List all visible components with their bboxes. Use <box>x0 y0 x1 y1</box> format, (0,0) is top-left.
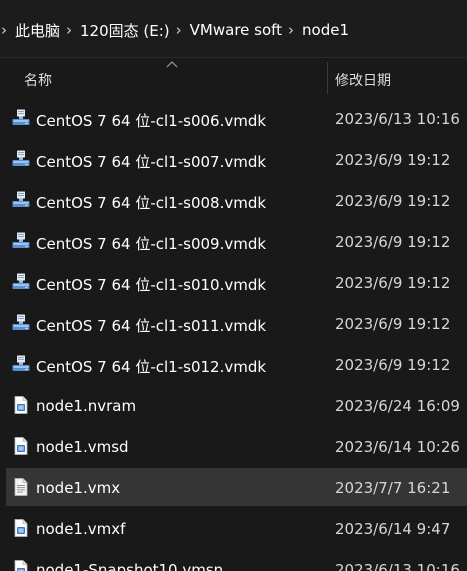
vmdk-disk-icon <box>11 149 31 169</box>
file-date-modified: 2023/7/7 16:21 <box>335 479 451 497</box>
column-header-row: 名称 修改日期 <box>0 58 467 98</box>
vmdk-disk-icon <box>11 108 31 128</box>
file-date-modified: 2023/6/14 9:47 <box>335 520 451 538</box>
breadcrumb-item-drive[interactable]: 120固态 (E:) <box>80 20 170 41</box>
file-date-modified: 2023/6/14 10:26 <box>335 438 460 456</box>
vmware-file-icon <box>11 518 31 538</box>
file-row[interactable]: CentOS 7 64 位-cl1-s009.vmdk 2023/6/9 19:1… <box>0 222 467 263</box>
file-explorer-window: › 此电脑 › 120固态 (E:) › VMware soft › node1… <box>0 0 467 571</box>
file-date-modified: 2023/6/9 19:12 <box>335 192 451 210</box>
file-row[interactable]: CentOS 7 64 位-cl1-s006.vmdk 2023/6/13 10:… <box>0 99 467 140</box>
column-header-name[interactable]: 名称 <box>24 70 52 90</box>
vmware-file-icon <box>11 395 31 415</box>
file-name: node1.vmsd <box>36 438 129 456</box>
vmware-file-icon <box>11 559 31 571</box>
file-name: CentOS 7 64 位-cl1-s008.vmdk <box>36 194 267 212</box>
column-header-date-modified[interactable]: 修改日期 <box>335 70 391 90</box>
vmdk-disk-icon <box>11 272 31 292</box>
breadcrumb: › 此电脑 › 120固态 (E:) › VMware soft › node1 <box>0 17 349 43</box>
breadcrumb-item-this-pc[interactable]: 此电脑 <box>15 20 60 41</box>
file-row[interactable]: CentOS 7 64 位-cl1-s007.vmdk 2023/6/9 19:1… <box>0 140 467 181</box>
breadcrumb-item-current[interactable]: node1 <box>302 21 349 39</box>
file-date-modified: 2023/6/9 19:12 <box>335 233 451 251</box>
file-name: CentOS 7 64 位-cl1-s011.vmdk <box>36 317 267 335</box>
file-name: node1.vmx <box>36 479 121 497</box>
file-row[interactable]: node1.vmx 2023/7/7 16:21 <box>0 468 467 509</box>
vmdk-disk-icon <box>11 313 31 333</box>
vmdk-disk-icon <box>11 354 31 374</box>
file-name: CentOS 7 64 位-cl1-s009.vmdk <box>36 235 267 253</box>
file-row[interactable]: node1.vmxf 2023/6/14 9:47 <box>0 509 467 550</box>
chevron-right-icon[interactable]: › <box>66 21 72 39</box>
file-row[interactable]: node1.nvram 2023/6/24 16:09 <box>0 386 467 427</box>
file-date-modified: 2023/6/9 19:12 <box>335 356 451 374</box>
vmdk-disk-icon <box>11 190 31 210</box>
address-bar[interactable]: › 此电脑 › 120固态 (E:) › VMware soft › node1 <box>0 0 467 58</box>
file-date-modified: 2023/6/13 10:16 <box>335 110 460 128</box>
file-row[interactable]: node1-Snapshot10.vmsn 2023/6/13 10:16 <box>0 550 467 571</box>
file-row[interactable]: CentOS 7 64 位-cl1-s008.vmdk 2023/6/9 19:1… <box>0 181 467 222</box>
file-name: node1.vmxf <box>36 520 126 538</box>
file-row[interactable]: CentOS 7 64 位-cl1-s011.vmdk 2023/6/9 19:1… <box>0 304 467 345</box>
breadcrumb-item-folder[interactable]: VMware soft <box>190 21 282 39</box>
file-name: CentOS 7 64 位-cl1-s010.vmdk <box>36 276 267 294</box>
file-date-modified: 2023/6/24 16:09 <box>335 397 460 415</box>
file-row[interactable]: CentOS 7 64 位-cl1-s012.vmdk 2023/6/9 19:1… <box>0 345 467 386</box>
file-row[interactable]: CentOS 7 64 位-cl1-s010.vmdk 2023/6/9 19:1… <box>0 263 467 304</box>
sort-ascending-icon <box>166 61 178 68</box>
file-list: CentOS 7 64 位-cl1-s006.vmdk 2023/6/13 10:… <box>0 99 467 571</box>
chevron-right-icon[interactable]: › <box>1 21 7 39</box>
vmdk-disk-icon <box>11 231 31 251</box>
file-name: node1-Snapshot10.vmsn <box>36 561 224 571</box>
file-name: CentOS 7 64 位-cl1-s012.vmdk <box>36 358 267 376</box>
file-date-modified: 2023/6/13 10:16 <box>335 561 460 571</box>
file-name: CentOS 7 64 位-cl1-s006.vmdk <box>36 112 267 130</box>
file-name: node1.nvram <box>36 397 137 415</box>
chevron-right-icon[interactable]: › <box>176 21 182 39</box>
file-name: CentOS 7 64 位-cl1-s007.vmdk <box>36 153 267 171</box>
text-file-icon <box>11 477 31 497</box>
file-date-modified: 2023/6/9 19:12 <box>335 151 451 169</box>
file-date-modified: 2023/6/9 19:12 <box>335 274 451 292</box>
file-date-modified: 2023/6/9 19:12 <box>335 315 451 333</box>
vmware-file-icon <box>11 436 31 456</box>
column-divider[interactable] <box>327 62 328 94</box>
chevron-right-icon[interactable]: › <box>288 21 294 39</box>
file-row[interactable]: node1.vmsd 2023/6/14 10:26 <box>0 427 467 468</box>
